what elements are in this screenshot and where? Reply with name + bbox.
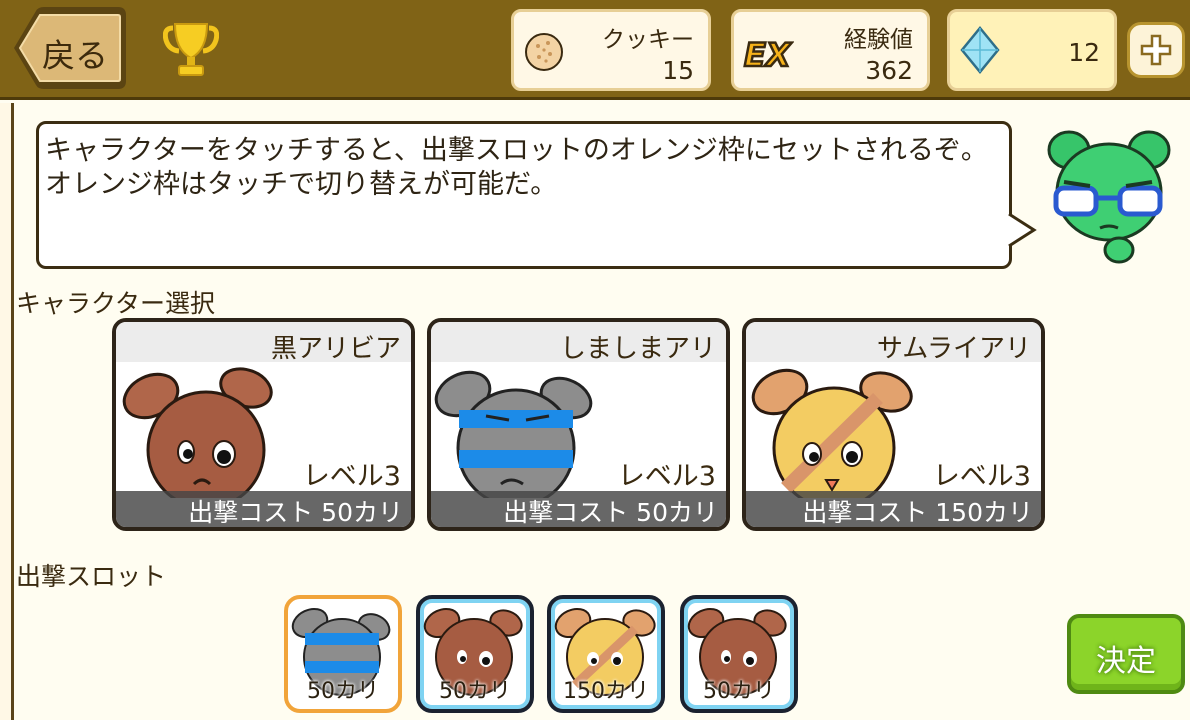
- add-gems-button[interactable]: [1127, 22, 1185, 78]
- diamond-icon: [960, 26, 1000, 74]
- slot-cost: 50カリ: [307, 679, 379, 704]
- cost-bar: 出撃コスト 50カリ: [116, 491, 411, 527]
- character-level: レベル3: [302, 461, 401, 492]
- deploy-slot[interactable]: 150カリ: [547, 595, 665, 713]
- striped-ant-portrait: [434, 370, 593, 498]
- character-card[interactable]: 黒アリビア レベル3 出撃コスト 50カリ: [112, 318, 415, 531]
- tutorial-message: キャラクターをタッチすると、出撃スロットのオレンジ枠にセットされるぞ。 オレンジ…: [45, 135, 988, 200]
- slot-cost: 50カリ: [439, 679, 511, 704]
- character-level: レベル3: [617, 461, 716, 492]
- cost-bar: 出撃コスト 150カリ: [746, 491, 1041, 527]
- decide-label: 決定: [1096, 644, 1156, 679]
- tutorial-bubble: キャラクターをタッチすると、出撃スロットのオレンジ枠にセットされるぞ。 オレンジ…: [36, 121, 1012, 269]
- left-border: [0, 103, 14, 720]
- back-label: 戻る: [42, 36, 108, 75]
- plus-icon: [1140, 34, 1172, 66]
- gem-counter: 12: [947, 9, 1117, 91]
- deploy-slots-title: 出撃スロット: [16, 562, 167, 591]
- deploy-slot[interactable]: 50カリ: [416, 595, 534, 713]
- exp-badge-text: EX: [744, 36, 792, 74]
- cookie-icon: [525, 33, 563, 71]
- exp-icon: EX: [743, 35, 793, 74]
- back-button[interactable]: 戻る: [10, 5, 128, 91]
- brown-ant-portrait: [122, 367, 273, 498]
- deploy-cost: 出撃コスト 50カリ: [188, 498, 403, 527]
- character-card[interactable]: サムライアリ レベル3 出撃コスト 150カリ: [742, 318, 1045, 531]
- cookie-label: クッキー: [602, 27, 694, 53]
- cost-bar: 出撃コスト 50カリ: [431, 491, 726, 527]
- character-level: レベル3: [932, 461, 1031, 492]
- deploy-slot[interactable]: 50カリ: [680, 595, 798, 713]
- gem-value: 12: [1068, 38, 1100, 67]
- cookie-counter: クッキー 15: [511, 9, 711, 91]
- slot-cost: 50カリ: [703, 679, 775, 704]
- slot-cost: 150カリ: [563, 679, 649, 704]
- cookie-value: 15: [662, 56, 694, 85]
- deploy-cost: 出撃コスト 150カリ: [802, 498, 1033, 527]
- decide-button[interactable]: 決定: [1067, 614, 1185, 694]
- deploy-slot-active[interactable]: 50カリ: [284, 595, 402, 713]
- top-bar: 戻る クッキー 15 EX 経験値 362 12: [0, 0, 1190, 100]
- trophy-icon[interactable]: [162, 20, 220, 84]
- deploy-cost: 出撃コスト 50カリ: [503, 498, 718, 527]
- exp-value: 362: [865, 56, 913, 85]
- character-select-title: キャラクター選択: [16, 289, 216, 318]
- exp-label: 経験値: [844, 27, 913, 53]
- samurai-ant-portrait: [751, 368, 913, 498]
- character-card[interactable]: しましまアリ レベル3 出撃コスト 50カリ: [427, 318, 730, 531]
- exp-counter: EX 経験値 362: [731, 9, 930, 91]
- mascot-ant-icon: [1047, 130, 1171, 264]
